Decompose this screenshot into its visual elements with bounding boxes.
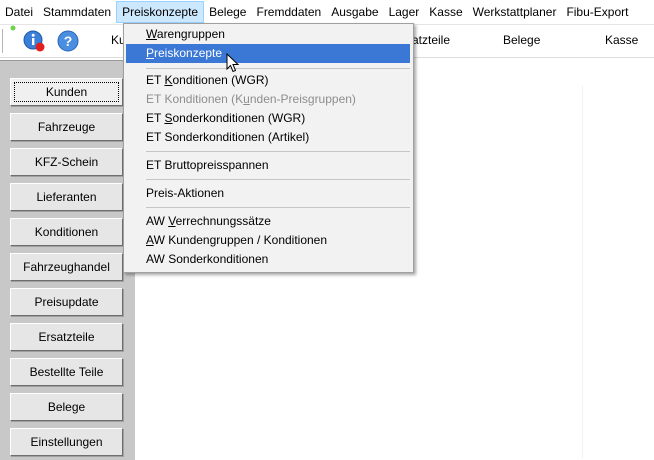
sidebar-button-konditionen[interactable]: Konditionen bbox=[10, 218, 123, 246]
menu-item-text: ET Konditionen (K bbox=[146, 92, 244, 106]
status-dot-icon bbox=[10, 25, 16, 31]
sidebar-button-belege[interactable]: Belege bbox=[10, 393, 123, 421]
menu-item-warengruppen[interactable]: Warengruppen bbox=[126, 25, 410, 44]
svg-text:?: ? bbox=[64, 33, 73, 49]
sidebar-button-label: Fahrzeuge bbox=[37, 120, 96, 134]
menu-bar: Datei Stammdaten Preiskonzepte Belege Fr… bbox=[0, 0, 654, 25]
sidebar-button-kunden[interactable]: Kunden bbox=[10, 78, 123, 106]
sidebar-button-label: KFZ-Schein bbox=[34, 155, 99, 169]
sidebar-button-lieferanten[interactable]: Lieferanten bbox=[10, 183, 123, 211]
info-icon[interactable] bbox=[22, 29, 46, 53]
menu-item-accelerator: A bbox=[146, 233, 154, 247]
toolbar-label-ersatzteile[interactable]: atzteile bbox=[412, 33, 450, 47]
menu-ausgabe[interactable]: Ausgabe bbox=[326, 1, 383, 23]
menu-item-text: AW Sonderkonditionen bbox=[146, 252, 269, 266]
menu-datei[interactable]: Datei bbox=[0, 1, 38, 23]
menu-separator bbox=[146, 179, 410, 180]
menu-item-text: ET bbox=[146, 111, 165, 125]
main-content-divider bbox=[582, 85, 583, 459]
sidebar-button-label: Konditionen bbox=[34, 225, 99, 239]
sidebar-button-fahrzeuge[interactable]: Fahrzeuge bbox=[10, 113, 123, 141]
menu-item-text: W Kundengruppen / Konditionen bbox=[153, 233, 328, 247]
menu-item-accelerator: W bbox=[146, 27, 157, 41]
preiskonzepte-dropdown: Warengruppen Preiskonzepte ET Konditione… bbox=[123, 23, 414, 273]
sidebar-button-label: Bestellte Teile bbox=[29, 365, 104, 379]
menu-item-accelerator: V bbox=[168, 214, 176, 228]
focus-rect bbox=[14, 82, 119, 102]
menu-item-preis-aktionen[interactable]: Preis-Aktionen bbox=[126, 184, 410, 203]
menu-item-aw-verrechnungssaetze[interactable]: AW Verrechnungssätze bbox=[126, 212, 410, 231]
menu-preiskonzepte[interactable]: Preiskonzepte bbox=[116, 1, 205, 23]
menu-fibu-export[interactable]: Fibu-Export bbox=[561, 1, 633, 23]
mouse-cursor-icon bbox=[226, 53, 240, 73]
menu-item-et-konditionen-kunden-preisgruppen: ET Konditionen (Kunden-Preisgruppen) bbox=[126, 90, 410, 109]
menu-item-et-konditionen-wgr[interactable]: ET Konditionen (WGR) bbox=[126, 71, 410, 90]
menu-item-accelerator: P bbox=[146, 46, 155, 60]
menu-item-text: ET Sonderkonditionen (Artikel) bbox=[146, 130, 310, 144]
menu-separator bbox=[146, 68, 410, 69]
menu-kasse[interactable]: Kasse bbox=[424, 1, 467, 23]
menu-lager[interactable]: Lager bbox=[384, 1, 425, 23]
menu-item-text: AW bbox=[146, 214, 169, 228]
sidebar-button-label: Lieferanten bbox=[36, 190, 97, 204]
menu-item-text: ET bbox=[146, 73, 165, 87]
menu-item-text: reiskonzepte bbox=[154, 46, 223, 60]
sidebar-button-ersatzteile[interactable]: Ersatzteile bbox=[10, 323, 123, 351]
toolbar-label-kasse[interactable]: Kasse bbox=[605, 33, 638, 47]
menu-fremddaten[interactable]: Fremddaten bbox=[251, 1, 326, 23]
sidebar-button-bestellte-teile[interactable]: Bestellte Teile bbox=[10, 358, 123, 386]
sidebar-button-label: Ersatzteile bbox=[38, 330, 95, 344]
menu-item-text: arengruppen bbox=[156, 27, 225, 41]
sidebar-button-label: Fahrzeughandel bbox=[23, 260, 110, 274]
sidebar-button-preisupdate[interactable]: Preisupdate bbox=[10, 288, 123, 316]
menu-item-et-sonderkonditionen-wgr[interactable]: ET Sonderkonditionen (WGR) bbox=[126, 109, 410, 128]
menu-item-text: errechnungssätze bbox=[175, 214, 271, 228]
sidebar: Kunden Fahrzeuge KFZ-Schein Lieferanten … bbox=[0, 60, 135, 460]
menu-item-et-bruttopreisspannen[interactable]: ET Bruttopreisspannen bbox=[126, 156, 410, 175]
menu-item-text: Preis-Aktionen bbox=[146, 186, 225, 200]
sidebar-button-fahrzeughandel[interactable]: Fahrzeughandel bbox=[10, 253, 123, 281]
menu-belege[interactable]: Belege bbox=[204, 1, 251, 23]
menu-separator bbox=[146, 207, 410, 208]
menu-item-aw-kundengruppen-konditionen[interactable]: AW Kundengruppen / Konditionen bbox=[126, 231, 410, 250]
help-icon[interactable]: ? bbox=[56, 29, 80, 53]
toolbar-label-belege[interactable]: Belege bbox=[503, 33, 540, 47]
menu-separator bbox=[146, 151, 410, 152]
sidebar-button-einstellungen[interactable]: Einstellungen bbox=[10, 428, 123, 456]
toolbar-grip[interactable] bbox=[2, 29, 6, 53]
menu-item-et-sonderkonditionen-artikel[interactable]: ET Sonderkonditionen (Artikel) bbox=[126, 128, 410, 147]
sidebar-button-kfz-schein[interactable]: KFZ-Schein bbox=[10, 148, 123, 176]
menu-item-aw-sonderkonditionen[interactable]: AW Sonderkonditionen bbox=[126, 250, 410, 269]
sidebar-button-label: Belege bbox=[47, 400, 86, 414]
sidebar-button-label: Preisupdate bbox=[34, 295, 99, 309]
menu-item-text: ET Bruttopreisspannen bbox=[146, 158, 269, 172]
menu-stammdaten[interactable]: Stammdaten bbox=[38, 1, 116, 23]
menu-item-text: onditionen (WGR) bbox=[172, 73, 269, 87]
menu-item-text: onderkonditionen (WGR) bbox=[172, 111, 306, 125]
sidebar-button-label: Einstellungen bbox=[30, 435, 103, 449]
menu-item-accelerator: u bbox=[243, 92, 250, 106]
menu-item-preiskonzepte[interactable]: Preiskonzepte bbox=[126, 44, 410, 63]
menu-item-text: nden-Preisgruppen) bbox=[249, 92, 356, 106]
menu-werkstattplaner[interactable]: Werkstattplaner bbox=[468, 1, 562, 23]
